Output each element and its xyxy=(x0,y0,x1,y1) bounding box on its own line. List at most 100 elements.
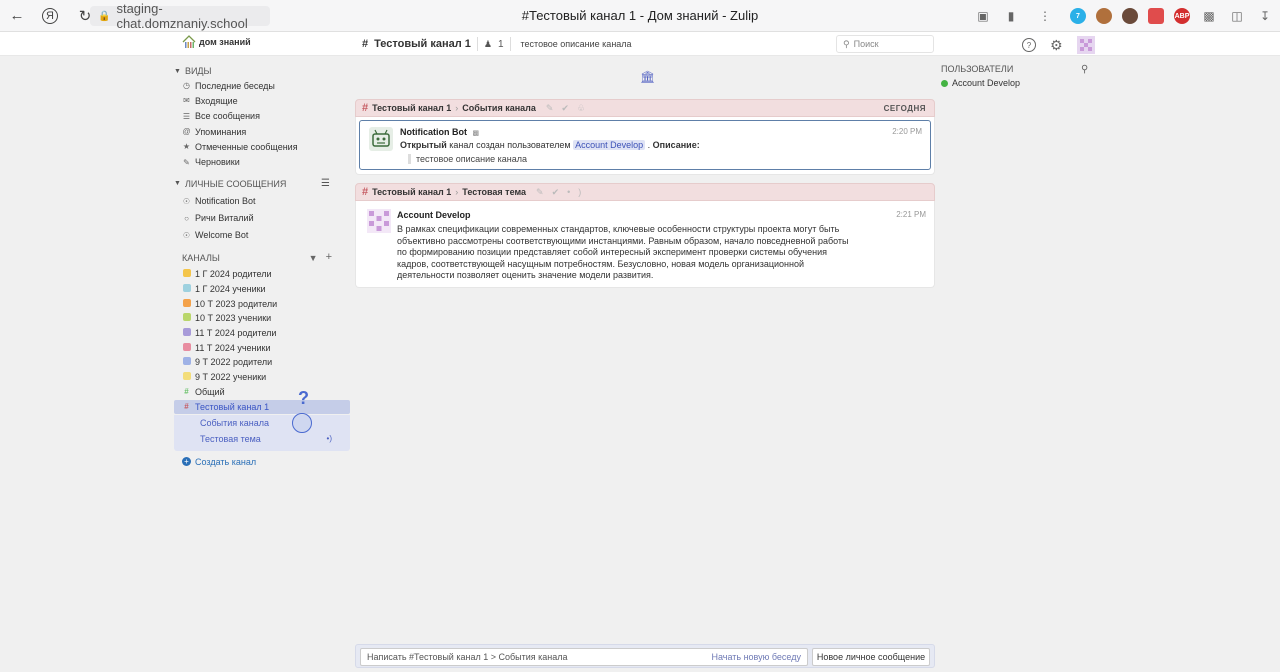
dm-item[interactable]: ☉ Notification Bot xyxy=(174,193,350,210)
channel-item[interactable]: 1 Г 2024 ученики xyxy=(174,281,350,296)
lock-icon xyxy=(182,298,191,309)
channel-item-selected[interactable]: # Тестовый канал 1 xyxy=(174,399,350,414)
user-avatar[interactable] xyxy=(1076,36,1095,54)
channel-hash-icon: # xyxy=(362,38,369,50)
gear-icon[interactable]: ⚙ xyxy=(1050,38,1063,52)
view-item[interactable]: ◷ Последние беседы xyxy=(174,78,350,93)
compose-bar: Написать #Тестовый канал 1 > События кан… xyxy=(355,644,935,668)
unmute-icon[interactable]: •) xyxy=(327,434,332,443)
channel-item[interactable]: 10 Т 2023 ученики xyxy=(174,311,350,326)
logo-text: дом знаний xyxy=(199,36,251,47)
extension-7-icon[interactable]: 7 xyxy=(1070,8,1086,24)
puzzle-icon[interactable]: ▩ xyxy=(1200,7,1218,25)
topic-item-test[interactable]: Тестовая тема •) xyxy=(174,431,350,447)
plus-circle-icon: + xyxy=(182,457,191,467)
logo[interactable]: дом знаний xyxy=(182,35,251,49)
dm-list-icon[interactable]: ☰ xyxy=(321,178,330,189)
topic-actions-icons[interactable]: ✎✔♧ xyxy=(546,103,593,114)
recipient-bar-events[interactable]: # Тестовый канал 1 › События канала ✎✔♧ … xyxy=(355,99,935,117)
topic-item-events[interactable]: События канала xyxy=(174,415,350,431)
channel-description: тестовое описание канала xyxy=(520,39,632,49)
search-icon: ⚲ xyxy=(843,38,850,49)
header-separator xyxy=(476,37,478,51)
message-quote: тестовое описание канала xyxy=(408,154,527,164)
message-sender[interactable]: Account Develop xyxy=(397,210,471,220)
channel-item[interactable]: 10 Т 2023 родители xyxy=(174,296,350,311)
channel-item[interactable]: 9 Т 2022 родители xyxy=(174,355,350,370)
message-content: Открытый канал создан пользователем Acco… xyxy=(400,140,700,150)
bookmark-icon[interactable]: ▮ xyxy=(1002,7,1020,25)
add-channel-icon[interactable]: + xyxy=(326,251,332,263)
new-conversation-button[interactable]: Начать новую беседу xyxy=(711,652,801,662)
browser-toolbar: ← Я ↻ 🔒 staging-chat.domznaniy.school #Т… xyxy=(0,0,1280,32)
star-icon: ★ xyxy=(182,142,191,152)
channel-item[interactable]: 11 Т 2024 ученики xyxy=(174,340,350,355)
filter-icon[interactable]: ▼ xyxy=(309,253,318,263)
bot-icon: ☉ xyxy=(182,196,191,206)
topic-actions-icons[interactable]: ✎✔•) xyxy=(536,187,589,198)
dm-item[interactable]: ○ Ричи Виталий xyxy=(174,210,350,227)
menu-dots-icon[interactable]: ⋮ xyxy=(1036,7,1054,25)
adblock-icon[interactable]: ABP xyxy=(1174,8,1190,24)
drafts-icon: ✎ xyxy=(183,157,190,167)
cursor-circle-icon xyxy=(292,413,312,433)
recipient-bar-test[interactable]: # Тестовый канал 1 › Тестовая тема ✎✔•) xyxy=(355,183,935,201)
new-dm-button[interactable]: Новое личное сообщение xyxy=(812,648,930,666)
message-sender[interactable]: Notification Bot ▩ xyxy=(400,127,479,137)
subscriber-count[interactable]: 1 xyxy=(498,39,504,50)
view-item[interactable]: ✎ Черновики xyxy=(174,154,350,169)
at-icon: @ xyxy=(182,127,191,137)
selected-message[interactable]: Notification Bot ▩ 2:20 PM Открытый кана… xyxy=(359,120,931,170)
views-list: ◷ Последние беседы ✉ Входящие ☰ Все сообщения… xyxy=(174,78,350,170)
lock-icon xyxy=(182,327,191,338)
search-input[interactable]: ⚲ Поиск xyxy=(836,35,934,53)
dm-header[interactable]: ▼ ЛИЧНЫЕ СООБЩЕНИЯ ☰ xyxy=(174,177,350,191)
inbox-icon: ✉ xyxy=(183,96,190,106)
search-placeholder: Поиск xyxy=(853,39,879,49)
right-sidebar: ПОЛЬЗОВАТЕЛИ ⚲ Account Develop xyxy=(941,64,1091,88)
caret-down-icon: ▼ xyxy=(174,180,181,188)
users-header: ПОЛЬЗОВАТЕЛИ xyxy=(941,64,1014,74)
channel-item[interactable]: 1 Г 2024 родители xyxy=(174,267,350,282)
message-group-events: Notification Bot ▩ 2:20 PM Открытый кана… xyxy=(355,117,935,175)
dm-item[interactable]: ☉ Welcome Bot xyxy=(174,227,350,244)
bot-badge-icon: ▩ xyxy=(472,130,480,137)
bot-avatar-icon[interactable] xyxy=(369,127,393,151)
channel-item[interactable]: 9 Т 2022 ученики xyxy=(174,370,350,385)
caret-down-icon: ▼ xyxy=(174,67,181,75)
create-channel-link[interactable]: + Создать канал xyxy=(174,457,350,467)
view-item[interactable]: ☰ Все сообщения xyxy=(174,109,350,124)
view-item[interactable]: ★ Отмеченные сообщения xyxy=(174,139,350,154)
clock-icon: ◷ xyxy=(183,81,190,91)
lock-icon xyxy=(182,313,191,323)
lock-icon xyxy=(182,269,191,279)
search-icon[interactable]: ⚲ xyxy=(1081,64,1088,75)
lock-icon xyxy=(182,371,191,382)
download-icon[interactable]: ↧ xyxy=(1256,7,1274,25)
view-item[interactable]: ✉ Входящие xyxy=(174,93,350,108)
messages-icon: ☰ xyxy=(182,111,191,121)
compose-input[interactable]: Написать #Тестовый канал 1 > События кан… xyxy=(360,648,808,666)
app-header: дом знаний # Тестовый канал 1 ♟ 1 тестов… xyxy=(0,32,1280,56)
extension-cow-icon[interactable] xyxy=(1122,8,1138,24)
user-item[interactable]: Account Develop xyxy=(941,78,1091,88)
lock-icon xyxy=(182,283,191,294)
help-icon[interactable]: ? xyxy=(1022,38,1036,52)
message-time[interactable]: 2:21 PM xyxy=(896,210,926,219)
extension-star-icon[interactable] xyxy=(1148,8,1164,24)
views-header[interactable]: ▼ ВИДЫ xyxy=(174,64,350,78)
date-label: СЕГОДНЯ xyxy=(883,103,926,113)
user-mention[interactable]: Account Develop xyxy=(573,140,646,150)
message-time[interactable]: 2:20 PM xyxy=(892,127,922,136)
view-item[interactable]: @ Упоминания xyxy=(174,124,350,139)
chat-icon[interactable]: ▣ xyxy=(974,7,992,25)
channel-item[interactable]: # Общий xyxy=(174,384,350,399)
channels-header[interactable]: КАНАЛЫ ▼ + xyxy=(174,251,350,265)
home-icon[interactable]: 🏛 xyxy=(640,70,655,84)
sidebar-icon[interactable]: ◫ xyxy=(1228,7,1246,25)
channel-title[interactable]: Тестовый канал 1 xyxy=(374,38,471,50)
user-avatar-icon[interactable] xyxy=(367,209,391,233)
offline-circle-icon: ○ xyxy=(184,213,189,223)
channel-item[interactable]: 11 Т 2024 родители xyxy=(174,326,350,341)
extension-face-icon[interactable] xyxy=(1096,8,1112,24)
